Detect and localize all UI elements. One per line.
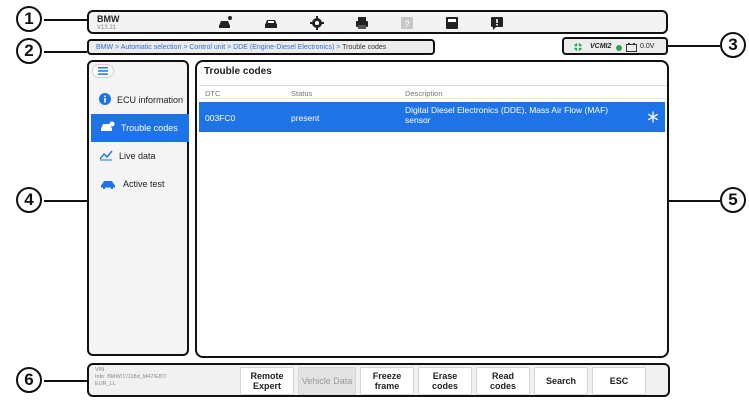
vehicle-icon[interactable] — [263, 15, 279, 31]
read-codes-button[interactable]: Read codes — [476, 367, 530, 395]
print-icon[interactable] — [354, 15, 370, 31]
search-button[interactable]: Search — [534, 367, 588, 395]
table-header: DTC Status Description — [199, 85, 667, 99]
callout-3-line — [668, 45, 720, 47]
callout-1-line — [44, 19, 87, 21]
callout-3: 3 — [720, 32, 746, 58]
column-header-dtc: DTC — [205, 89, 221, 98]
erase-codes-button[interactable]: Erase codes — [418, 367, 472, 395]
sidebar-item-label: Live data — [119, 151, 156, 161]
callout-6: 6 — [16, 367, 42, 393]
column-header-status: Status — [291, 89, 313, 98]
sidebar-item-trouble-codes[interactable]: Trouble codes — [91, 114, 189, 142]
button-label: codes — [489, 381, 516, 391]
callout-1: 1 — [16, 6, 42, 32]
freeze-frame-button[interactable]: Freeze frame — [360, 367, 414, 395]
settings-icon[interactable] — [309, 15, 325, 31]
help-icon[interactable]: ? — [399, 15, 415, 31]
vin-label: VIN — [95, 367, 105, 373]
button-label: Read — [491, 371, 514, 381]
dtc-code: 003FC0 — [205, 113, 236, 123]
app-version: V13.21 — [97, 25, 117, 31]
button-label: Remote — [250, 371, 284, 381]
sidebar-item-label: Trouble codes — [121, 123, 178, 133]
vehicle-data-button[interactable]: Vehicle Data — [298, 367, 356, 395]
sidebar-item-label: ECU information — [117, 95, 184, 105]
active-test-icon — [99, 177, 117, 191]
sidebar-item-live-data[interactable]: Live data — [91, 142, 189, 170]
dtc-description-line2: sensor — [405, 115, 431, 125]
remote-expert-button[interactable]: Remote Expert — [240, 367, 294, 395]
button-label: frame — [374, 381, 400, 391]
save-icon[interactable] — [444, 15, 460, 31]
bottom-toolbar: VIN Info: BMW/1'/118d_M47/E87/ EUR_LL Re… — [87, 363, 670, 397]
breadcrumb: BMW > Automatic selection > Control unit… — [87, 39, 435, 55]
vehicle-info: Info: BMW/1'/118d_M47/E87/ EUR_LL — [95, 374, 205, 388]
network-icon — [572, 42, 584, 54]
sidebar-item-active-test[interactable]: Active test — [91, 170, 189, 198]
menu-toggle-icon[interactable] — [92, 64, 114, 78]
button-label: Expert — [252, 381, 281, 391]
dtc-status: present — [291, 113, 320, 123]
svg-text:?: ? — [404, 19, 409, 29]
home-car-icon[interactable] — [217, 15, 233, 31]
top-toolbar: BMW V13.21 ? — [87, 10, 668, 34]
button-label: Search — [545, 376, 577, 386]
status-bar: VCMI2 0.0V — [562, 37, 668, 55]
breadcrumb-path[interactable]: BMW > Automatic selection > Control unit… — [96, 44, 342, 51]
dtc-description: Digital Diesel Electronics (DDE), Mass A… — [405, 105, 608, 125]
breadcrumb-current: Trouble codes — [342, 44, 387, 51]
vci-connected-icon — [616, 45, 622, 53]
table-row[interactable]: 003FC0 present Digital Diesel Electronic… — [199, 102, 665, 132]
trouble-codes-icon — [99, 121, 115, 135]
voltage-value: 0.0V — [640, 43, 655, 50]
freeze-frame-icon[interactable] — [647, 111, 659, 125]
sidebar-item-label: Active test — [123, 179, 165, 189]
app-title: BMW — [97, 14, 120, 24]
button-label: ESC — [609, 376, 629, 386]
button-label: Vehicle Data — [301, 376, 353, 386]
vehicle-info-line1: Info: BMW/1'/118d_M47/E87/ — [95, 374, 167, 380]
callout-4: 4 — [16, 187, 42, 213]
sidebar-item-ecu-information[interactable]: ECU information — [91, 86, 189, 114]
info-icon — [99, 93, 111, 107]
callout-6-line — [44, 380, 87, 382]
button-label: Freeze — [372, 371, 402, 381]
callout-5-line — [669, 200, 720, 202]
vehicle-info-line2: EUR_LL — [95, 381, 116, 387]
callout-4-line — [44, 200, 87, 202]
sidebar: ECU information Trouble codes Live data … — [87, 60, 189, 356]
esc-button[interactable]: ESC — [592, 367, 646, 395]
button-label: Erase — [432, 371, 458, 381]
feedback-icon[interactable] — [489, 15, 505, 31]
callout-2-line — [44, 51, 87, 53]
callout-5: 5 — [720, 187, 746, 213]
column-header-description: Description — [405, 89, 443, 98]
callout-2: 2 — [16, 38, 42, 64]
live-data-icon — [99, 149, 113, 163]
page-title: Trouble codes — [204, 66, 272, 77]
dtc-description-line1: Digital Diesel Electronics (DDE), Mass A… — [405, 105, 609, 115]
vci-status: VCMI2 — [590, 43, 612, 50]
trouble-codes-panel: Trouble codes DTC Status Description 003… — [195, 60, 669, 358]
button-label: codes — [431, 381, 458, 391]
battery-icon — [626, 43, 637, 54]
